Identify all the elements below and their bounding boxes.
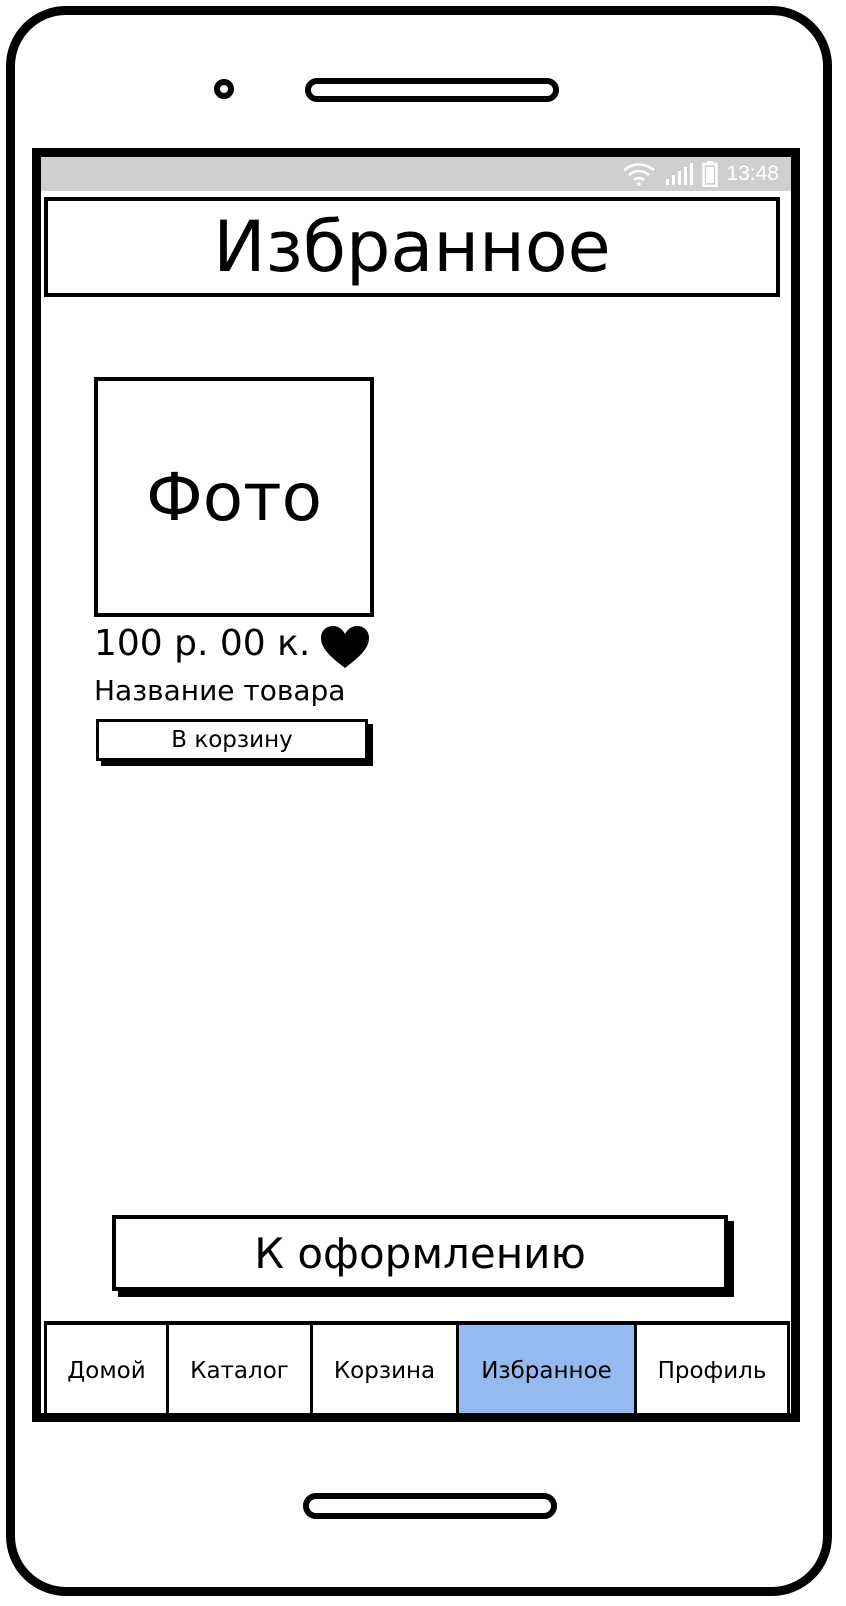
- product-card[interactable]: Фото 100 р. 00 к. Название товара В корз…: [94, 377, 384, 777]
- wifi-icon: [623, 163, 656, 186]
- page-header: Избранное: [44, 197, 780, 297]
- camera-icon: [214, 79, 234, 99]
- speaker-grille: [305, 78, 559, 102]
- home-button[interactable]: [303, 1493, 557, 1519]
- battery-icon: [702, 161, 719, 187]
- product-price: 100 р. 00 к.: [94, 623, 311, 664]
- phone-screen: 13:48 Избранное Фото 100 р. 00 к. Назван…: [32, 148, 800, 1422]
- tab-cart[interactable]: Корзина: [313, 1325, 459, 1413]
- status-time: 13:48: [726, 162, 779, 185]
- page-title: Избранное: [213, 206, 611, 288]
- heart-icon[interactable]: [320, 625, 370, 669]
- tab-catalog[interactable]: Каталог: [169, 1325, 313, 1413]
- tab-favorites[interactable]: Избранное: [459, 1325, 637, 1413]
- status-bar: 13:48: [41, 157, 791, 191]
- bottom-tab-bar: Домой Каталог Корзина Избранное Профиль: [44, 1321, 790, 1413]
- checkout-button[interactable]: К оформлению: [112, 1215, 728, 1291]
- photo-placeholder-label: Фото: [145, 458, 323, 536]
- add-to-cart-button[interactable]: В корзину: [96, 719, 368, 761]
- tab-home[interactable]: Домой: [47, 1325, 169, 1413]
- signal-icon: [666, 163, 694, 185]
- product-name: Название товара: [94, 674, 346, 707]
- tab-profile[interactable]: Профиль: [637, 1325, 790, 1413]
- product-photo[interactable]: Фото: [94, 377, 374, 617]
